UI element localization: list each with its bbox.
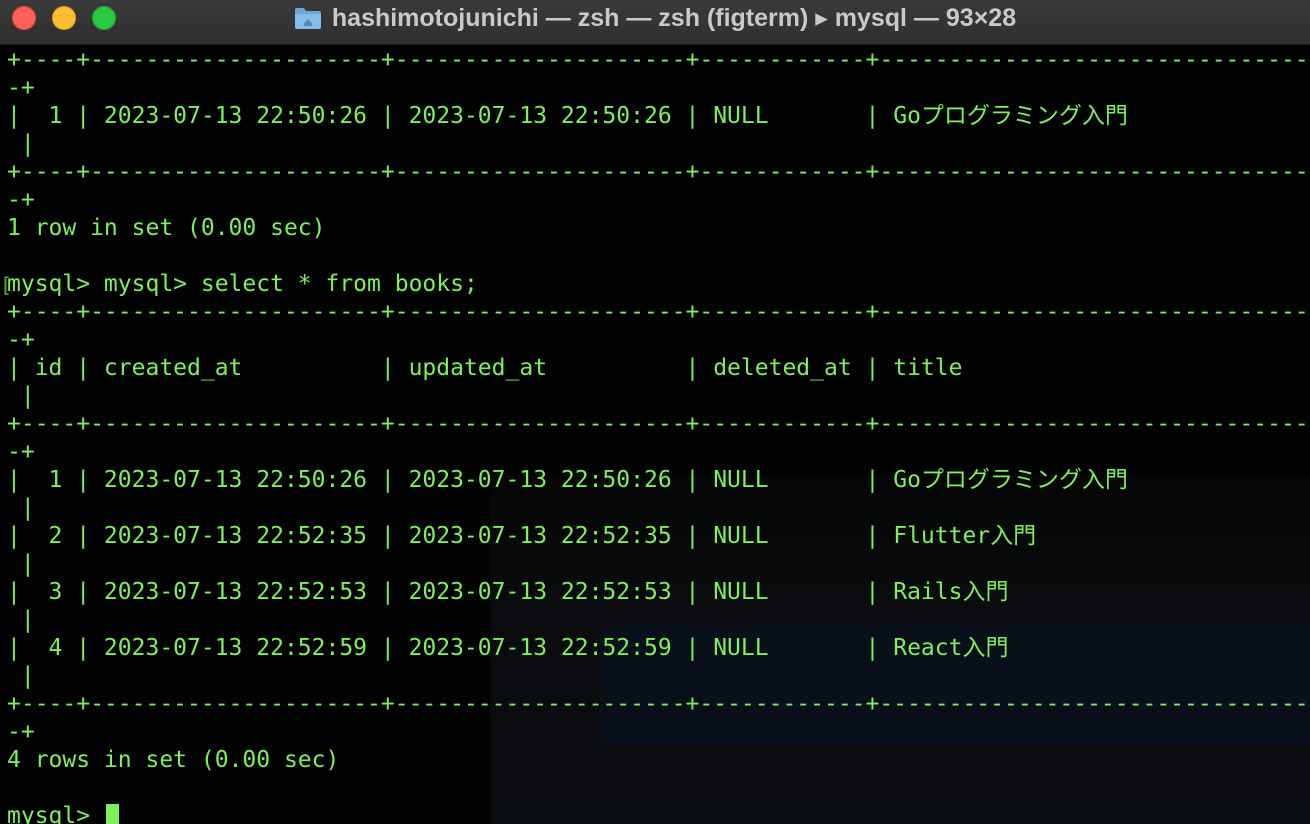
folder-icon xyxy=(294,5,322,31)
title-container: hashimotojunichi — zsh — zsh (figterm) ▸… xyxy=(0,0,1310,36)
terminal-line: -+ xyxy=(7,439,35,465)
terminal-line: +----+---------------------+------------… xyxy=(7,411,1310,437)
text-cursor xyxy=(105,804,119,824)
terminal-line: -+ xyxy=(7,327,35,353)
terminal-line: | xyxy=(7,495,35,521)
terminal-line: +----+---------------------+------------… xyxy=(7,159,1310,185)
terminal-line: +----+---------------------+------------… xyxy=(7,691,1310,717)
terminal-line: | xyxy=(7,131,35,157)
terminal-content[interactable]: [ +----+---------------------+----------… xyxy=(0,45,1310,824)
terminal-line: +----+---------------------+------------… xyxy=(7,47,1310,73)
terminal-line: 1 row in set (0.00 sec) xyxy=(7,215,326,241)
terminal-line: | xyxy=(7,551,35,577)
terminal-line: | 1 | 2023-07-13 22:50:26 | 2023-07-13 2… xyxy=(7,467,1128,493)
terminal-line: +----+---------------------+------------… xyxy=(7,299,1310,325)
terminal-output: +----+---------------------+------------… xyxy=(7,46,1310,824)
terminal-line: | 4 | 2023-07-13 22:52:59 | 2023-07-13 2… xyxy=(7,635,1009,661)
terminal-line: | 3 | 2023-07-13 22:52:53 | 2023-07-13 2… xyxy=(7,579,1009,605)
terminal-line: | xyxy=(7,607,35,633)
terminal-line: 4 rows in set (0.00 sec) xyxy=(7,747,340,773)
terminal-line: mysql> xyxy=(7,802,1310,824)
terminal-line: -+ xyxy=(7,719,35,745)
terminal-line: | 2 | 2023-07-13 22:52:35 | 2023-07-13 2… xyxy=(7,523,1037,549)
terminal-line: | xyxy=(7,663,35,689)
terminal-window: hashimotojunichi — zsh — zsh (figterm) ▸… xyxy=(0,0,1310,824)
terminal-line: mysql> mysql> select * from books; xyxy=(7,271,478,297)
title-bar[interactable]: hashimotojunichi — zsh — zsh (figterm) ▸… xyxy=(0,0,1310,45)
terminal-line: | xyxy=(7,383,35,409)
window-title: hashimotojunichi — zsh — zsh (figterm) ▸… xyxy=(331,4,1017,32)
terminal-line: -+ xyxy=(7,187,35,213)
terminal-line: -+ xyxy=(7,75,35,101)
terminal-line: | id | created_at | updated_at | deleted… xyxy=(7,355,963,381)
terminal-line: | 1 | 2023-07-13 22:50:26 | 2023-07-13 2… xyxy=(7,103,1128,129)
